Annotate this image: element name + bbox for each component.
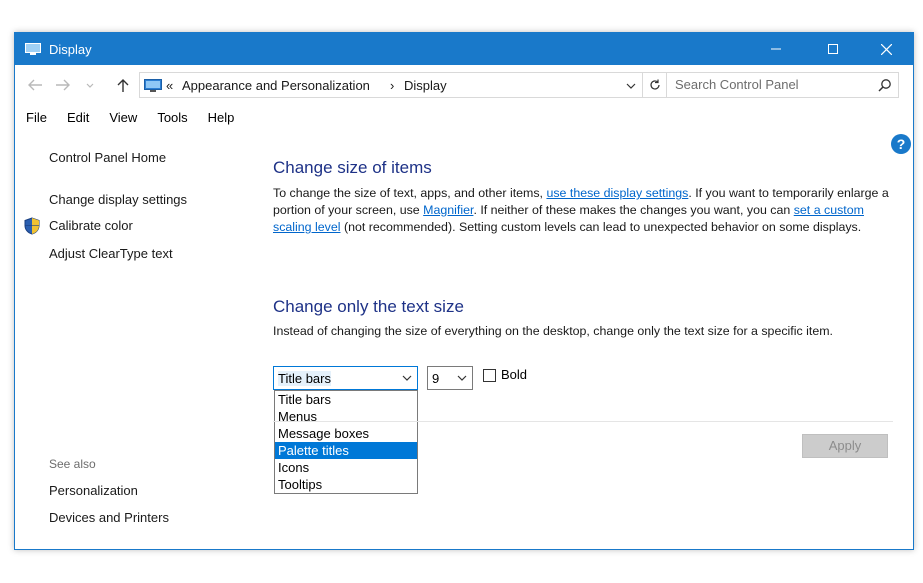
maximize-icon (828, 44, 838, 54)
breadcrumb-overflow[interactable]: « (166, 78, 173, 93)
menu-bar: File Edit View Tools Help (15, 105, 244, 129)
close-icon (880, 43, 892, 55)
calibrate-color-link[interactable]: Calibrate color (49, 218, 133, 233)
title-bar[interactable]: Display (15, 33, 913, 65)
help-button[interactable]: ? (891, 134, 911, 154)
menu-edit[interactable]: Edit (57, 105, 99, 129)
bold-checkbox[interactable] (483, 369, 496, 382)
item-select[interactable]: Title bars (273, 366, 418, 390)
address-dropdown-icon[interactable] (626, 82, 636, 90)
option-menus[interactable]: Menus (275, 408, 417, 425)
display-app-icon (25, 43, 41, 55)
menu-file[interactable]: File (15, 105, 57, 129)
close-button[interactable] (863, 33, 909, 65)
up-arrow-icon[interactable] (115, 78, 131, 92)
bold-label[interactable]: Bold (501, 367, 527, 382)
size-select-value: 9 (432, 371, 440, 386)
control-panel-icon (144, 79, 162, 92)
magnifier-link[interactable]: Magnifier (423, 203, 473, 217)
option-title-bars[interactable]: Title bars (275, 391, 417, 408)
size-text-1: To change the size of text, apps, and ot… (273, 186, 547, 200)
menu-tools[interactable]: Tools (147, 105, 197, 129)
breadcrumb-appearance[interactable]: Appearance and Personalization (182, 78, 370, 93)
shield-icon (24, 217, 40, 235)
address-bar[interactable]: « Appearance and Personalization › Displ… (139, 72, 643, 98)
option-message-boxes[interactable]: Message boxes (275, 425, 417, 442)
option-icons[interactable]: Icons (275, 459, 417, 476)
control-panel-home-link[interactable]: Control Panel Home (49, 150, 166, 165)
refresh-icon (649, 79, 660, 90)
item-select-dropdown: Title bars Menus Message boxes Palette t… (274, 390, 418, 494)
divider (273, 421, 893, 422)
change-size-description: To change the size of text, apps, and ot… (273, 185, 903, 236)
search-box[interactable] (666, 72, 899, 98)
change-size-heading: Change size of items (273, 158, 432, 177)
refresh-button[interactable] (643, 72, 667, 98)
recent-locations-chevron-icon[interactable] (85, 78, 95, 92)
item-select-value: Title bars (278, 371, 331, 386)
chevron-down-icon (457, 375, 467, 381)
personalization-link[interactable]: Personalization (49, 483, 138, 498)
adjust-cleartype-link[interactable]: Adjust ClearType text (49, 246, 173, 261)
see-also-heading: See also (49, 457, 96, 471)
search-icon[interactable] (878, 78, 892, 92)
menu-help[interactable]: Help (198, 105, 245, 129)
option-palette-titles[interactable]: Palette titles (275, 442, 417, 459)
forward-arrow-icon[interactable] (55, 78, 71, 92)
search-input[interactable] (675, 77, 865, 92)
size-text-3: . If neither of these makes the changes … (473, 203, 794, 217)
maximize-button[interactable] (810, 33, 856, 65)
apply-button[interactable]: Apply (802, 434, 888, 458)
change-display-settings-link[interactable]: Change display settings (49, 192, 187, 207)
option-tooltips[interactable]: Tooltips (275, 476, 417, 493)
text-size-description: Instead of changing the size of everythi… (273, 324, 833, 338)
display-window: Display « Appearance and Personalization… (14, 32, 914, 550)
address-toolbar: « Appearance and Personalization › Displ… (15, 65, 913, 103)
breadcrumb-separator: › (390, 78, 395, 93)
menu-view[interactable]: View (99, 105, 147, 129)
devices-and-printers-link[interactable]: Devices and Printers (49, 510, 169, 525)
window-title: Display (49, 42, 92, 57)
size-text-4: (not recommended). Setting custom levels… (340, 220, 862, 234)
minimize-icon (771, 48, 781, 50)
chevron-down-icon (402, 375, 412, 381)
text-size-heading: Change only the text size (273, 297, 464, 316)
display-settings-link[interactable]: use these display settings (546, 186, 688, 200)
breadcrumb-display[interactable]: Display (404, 78, 447, 93)
minimize-button[interactable] (753, 33, 799, 65)
size-select[interactable]: 9 (427, 366, 473, 390)
back-arrow-icon[interactable] (27, 78, 43, 92)
